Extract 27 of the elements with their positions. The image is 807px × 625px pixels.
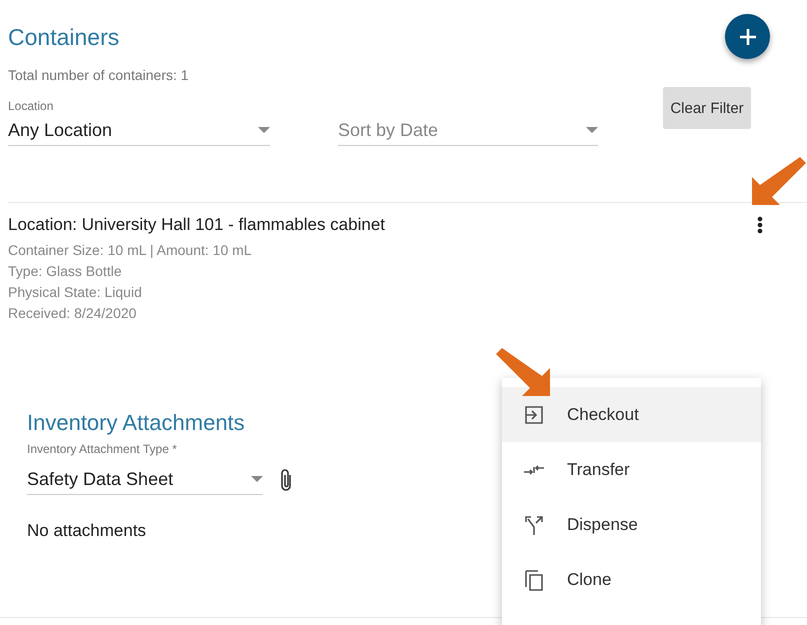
dropdown-caret-icon [251,476,263,482]
copy-icon [522,568,546,592]
menu-item[interactable]: Dispense [502,497,761,552]
sort-select[interactable]: Sort by Date [338,115,598,146]
section-title: Inventory Attachments [27,410,245,436]
container-detail: Received: 8/24/2020 [7,304,138,323]
page-title: Containers [8,24,120,51]
container-location: Location: University Hall 101 - flammables cabinet [8,215,386,235]
add-button[interactable] [725,14,770,59]
dropdown-caret-icon [586,127,598,133]
container-detail: Container Size: 10 mL | Amount: 10 mL [7,241,253,260]
container-detail: Type: Glass Bottle [7,262,123,281]
more-options-icon[interactable] [757,216,763,234]
attachment-type-select[interactable]: Safety Data Sheet [27,464,263,495]
menu-item[interactable]: Transfer [502,442,761,497]
paperclip-icon[interactable] [279,468,293,492]
field-label: Inventory Attachment Type * [27,442,178,458]
empty-message: No attachments [27,521,146,541]
plus-icon [738,28,756,46]
field-label: Location [8,99,54,115]
menu-item[interactable]: Clone [502,552,761,607]
container-count: Total number of containers: 1 [8,67,190,83]
clear-filter-button[interactable]: Clear Filter [663,87,751,129]
dropdown-caret-icon [258,127,270,133]
container-detail: Physical State: Liquid [7,283,143,302]
menu-item[interactable]: Checkout [502,387,761,442]
location-select[interactable]: Any Location [8,115,270,146]
